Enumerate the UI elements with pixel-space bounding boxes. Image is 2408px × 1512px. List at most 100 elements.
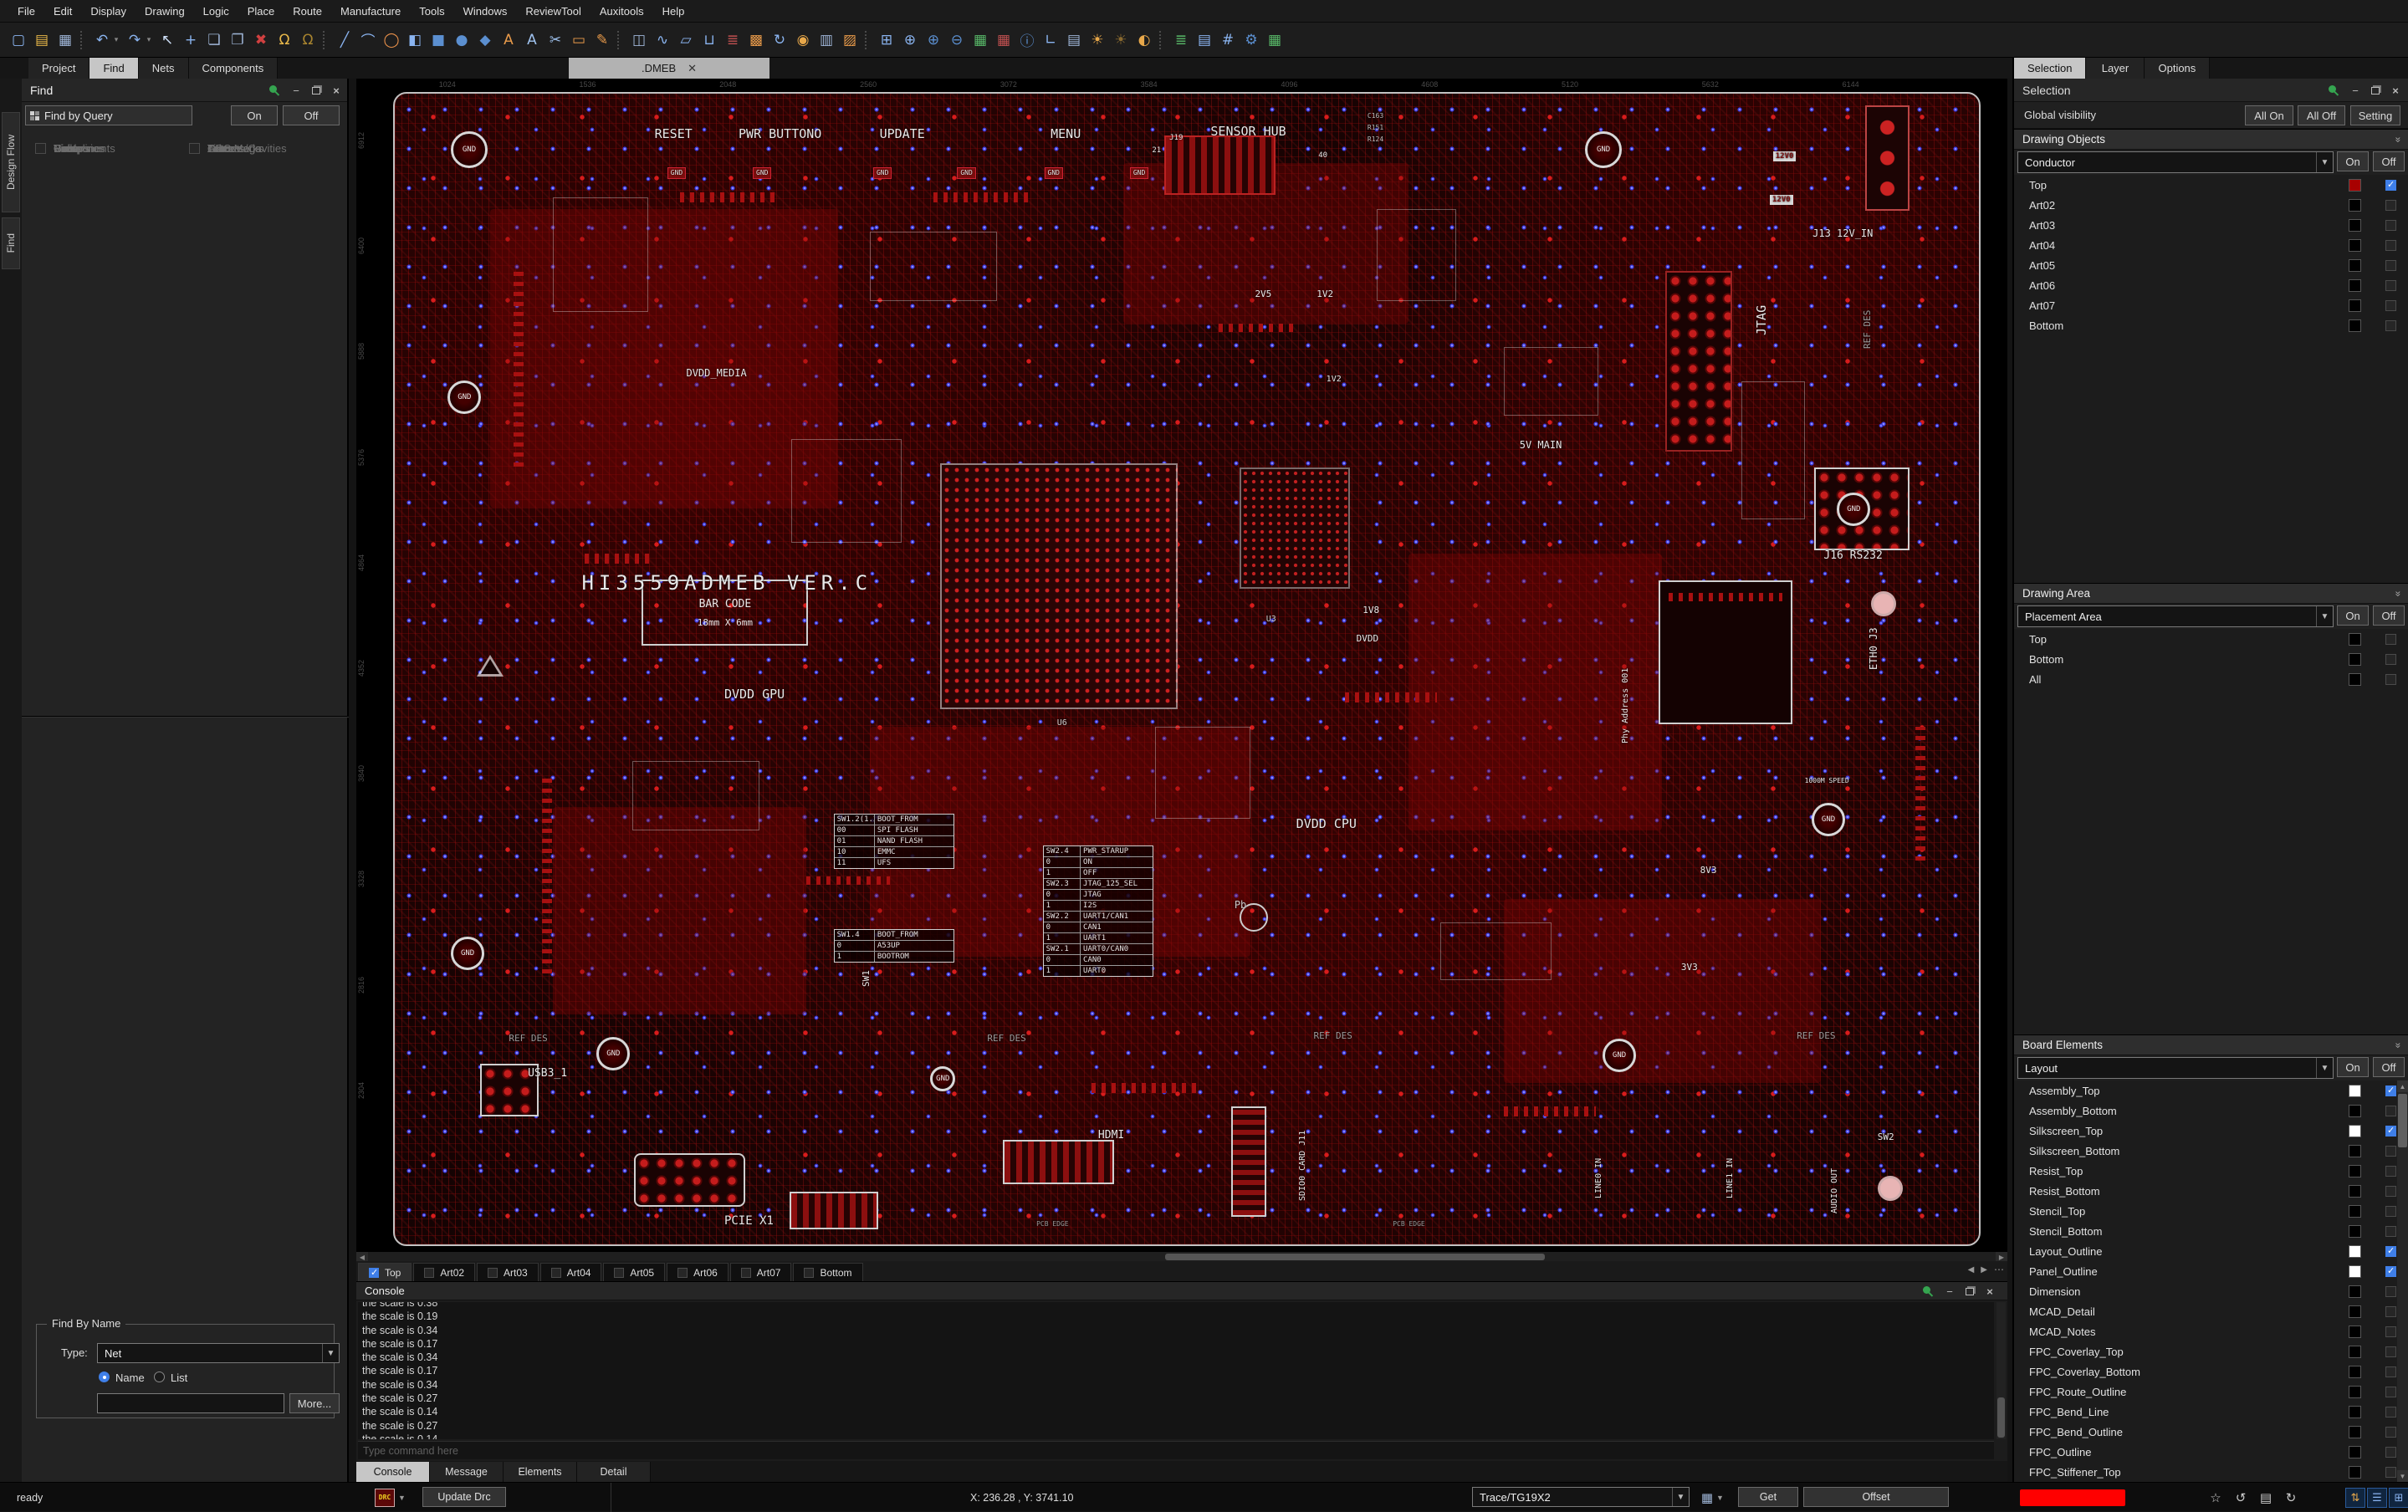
left-panel-tab[interactable]: Project bbox=[28, 58, 89, 79]
layer-visible-checkbox[interactable] bbox=[2385, 220, 2396, 231]
layer-visible-checkbox[interactable] bbox=[424, 1268, 434, 1278]
board-element-checkbox[interactable] bbox=[2385, 1286, 2396, 1297]
close-icon[interactable]: × bbox=[330, 84, 342, 97]
close-icon[interactable]: × bbox=[2390, 84, 2401, 97]
close-icon[interactable]: × bbox=[1984, 1285, 1996, 1298]
layer-visible-checkbox[interactable] bbox=[741, 1268, 751, 1278]
drc-dropdown-icon[interactable]: ▼ bbox=[398, 1494, 406, 1502]
board-element-row[interactable]: Stencil_Top bbox=[2014, 1201, 2408, 1221]
board-element-swatch[interactable] bbox=[2349, 1366, 2361, 1378]
board-element-checkbox[interactable] bbox=[2385, 1387, 2396, 1397]
placement-area-select[interactable]: Placement Area▼ bbox=[2017, 605, 2334, 627]
shade-sphere-icon[interactable]: ◐ bbox=[1134, 30, 1154, 50]
get-button[interactable]: Get bbox=[1738, 1487, 1798, 1507]
board-element-checkbox[interactable] bbox=[2385, 1407, 2396, 1418]
board-element-swatch[interactable] bbox=[2349, 1305, 2361, 1318]
console-tab[interactable]: Elements bbox=[504, 1462, 577, 1482]
layer-visible-checkbox[interactable] bbox=[369, 1268, 379, 1278]
console-tab[interactable]: Console bbox=[356, 1462, 430, 1482]
board-element-checkbox[interactable] bbox=[2385, 1447, 2396, 1458]
history-icon[interactable]: ↺ bbox=[2232, 1490, 2250, 1505]
board-element-swatch[interactable] bbox=[2349, 1346, 2361, 1358]
board-element-row[interactable]: FPC_Stiffener_Top bbox=[2014, 1462, 2408, 1482]
menu-item[interactable]: Logic bbox=[194, 2, 238, 21]
layer-color-swatch[interactable] bbox=[2349, 179, 2361, 192]
route-trace-icon[interactable]: ∿ bbox=[652, 30, 672, 50]
console-tab[interactable]: Message bbox=[430, 1462, 504, 1482]
collapse-chevron-icon[interactable]: » bbox=[2393, 1042, 2405, 1048]
type-select[interactable]: Net ▼ bbox=[97, 1343, 340, 1363]
area-color-swatch[interactable] bbox=[2349, 653, 2361, 666]
pcb-canvas[interactable]: 1024153620482560307235844096460851205632… bbox=[356, 79, 2007, 1251]
minimize-icon[interactable]: − bbox=[2349, 84, 2361, 97]
board-element-row[interactable]: Assembly_Top bbox=[2014, 1080, 2408, 1101]
layer-row[interactable]: Art04 bbox=[2014, 235, 2408, 255]
layer-tab[interactable]: Art07 bbox=[730, 1263, 792, 1281]
find-on-button[interactable]: On bbox=[231, 105, 278, 125]
shape-tool-icon[interactable]: ◧ bbox=[405, 30, 425, 50]
arc-tool-icon[interactable]: ⌒ bbox=[358, 30, 378, 50]
layer-tab[interactable]: Art04 bbox=[540, 1263, 602, 1281]
board-element-swatch[interactable] bbox=[2349, 1265, 2361, 1278]
board-element-checkbox[interactable] bbox=[2385, 1206, 2396, 1217]
find-name-input[interactable] bbox=[97, 1393, 284, 1413]
layer-visible-checkbox[interactable] bbox=[614, 1268, 624, 1278]
layer-visible-checkbox[interactable] bbox=[677, 1268, 688, 1278]
layer-color-swatch[interactable] bbox=[2349, 199, 2361, 212]
float-icon[interactable] bbox=[1966, 1288, 1974, 1295]
board-element-checkbox[interactable] bbox=[2385, 1346, 2396, 1357]
collapse-chevron-icon[interactable]: » bbox=[2393, 136, 2405, 142]
layer-visible-checkbox[interactable] bbox=[2385, 320, 2396, 331]
layer-visible-checkbox[interactable] bbox=[804, 1268, 814, 1278]
float-icon[interactable] bbox=[312, 87, 320, 94]
conductor-select[interactable]: Conductor▼ bbox=[2017, 151, 2334, 173]
find-vertical-tab[interactable]: Find bbox=[2, 217, 20, 269]
scroll-down-icon[interactable]: ▼ bbox=[2397, 1470, 2408, 1482]
tabs-prev-icon[interactable]: ◀ bbox=[1968, 1265, 1975, 1274]
left-panel-tab[interactable]: Nets bbox=[139, 58, 189, 79]
report-icon[interactable]: ▤ bbox=[1064, 30, 1084, 50]
tabs-next-icon[interactable]: ▶ bbox=[1981, 1265, 1987, 1274]
board-element-swatch[interactable] bbox=[2349, 1225, 2361, 1238]
layer-color-swatch[interactable] bbox=[2349, 259, 2361, 272]
objects-off-button[interactable]: Off bbox=[2373, 151, 2405, 171]
board-element-swatch[interactable] bbox=[2349, 1326, 2361, 1338]
layer-row[interactable]: Art03 bbox=[2014, 215, 2408, 235]
line-tool-icon[interactable]: ╱ bbox=[335, 30, 355, 50]
lock-icon[interactable]: Ω bbox=[274, 30, 294, 50]
board-elements-header[interactable]: Board Elements» bbox=[2014, 1034, 2408, 1055]
circle-tool-icon[interactable]: ◯ bbox=[381, 30, 401, 50]
view-layers-green-icon[interactable]: ▦ bbox=[970, 30, 990, 50]
via-icon[interactable]: ⊔ bbox=[699, 30, 719, 50]
separator[interactable] bbox=[323, 31, 330, 49]
area-off-button[interactable]: Off bbox=[2373, 605, 2405, 626]
pin-icon[interactable] bbox=[1922, 1285, 1934, 1297]
favorites-star-icon[interactable]: ☆ bbox=[2206, 1490, 2225, 1505]
pin-icon[interactable] bbox=[268, 84, 280, 96]
info-icon[interactable]: ⓘ bbox=[1017, 30, 1037, 50]
board-element-checkbox[interactable] bbox=[2385, 1326, 2396, 1337]
menu-item[interactable]: Tools bbox=[410, 2, 453, 21]
board-element-checkbox[interactable] bbox=[2385, 1306, 2396, 1317]
layer-visible-checkbox[interactable] bbox=[2385, 200, 2396, 211]
board-element-checkbox[interactable] bbox=[2385, 1366, 2396, 1377]
separator[interactable] bbox=[617, 31, 624, 49]
zoom-out-icon[interactable]: ⊖ bbox=[947, 30, 967, 50]
all-off-button[interactable]: All Off bbox=[2298, 105, 2345, 125]
layer-visible-checkbox[interactable] bbox=[488, 1268, 498, 1278]
elements-scrollbar[interactable]: ▲ ▼ bbox=[2397, 1080, 2408, 1482]
menu-item[interactable]: Drawing bbox=[135, 2, 194, 21]
list-radio[interactable] bbox=[154, 1372, 165, 1382]
hscroll-thumb[interactable] bbox=[1165, 1254, 1545, 1260]
find-by-query-button[interactable]: Find by Query bbox=[25, 105, 192, 125]
board-element-swatch[interactable] bbox=[2349, 1386, 2361, 1398]
find-filter-checkbox[interactable] bbox=[189, 143, 200, 154]
board-element-row[interactable]: Resist_Top bbox=[2014, 1161, 2408, 1181]
layer-tab[interactable]: Top bbox=[358, 1263, 412, 1281]
area-visible-checkbox[interactable] bbox=[2385, 634, 2396, 645]
netlist-icon[interactable]: ≣ bbox=[723, 30, 743, 50]
board-element-swatch[interactable] bbox=[2349, 1285, 2361, 1298]
board-elements-icon[interactable]: ▦ bbox=[1265, 30, 1285, 50]
document-close-icon[interactable]: ✕ bbox=[688, 62, 697, 75]
layer-tab[interactable]: Art06 bbox=[667, 1263, 729, 1281]
